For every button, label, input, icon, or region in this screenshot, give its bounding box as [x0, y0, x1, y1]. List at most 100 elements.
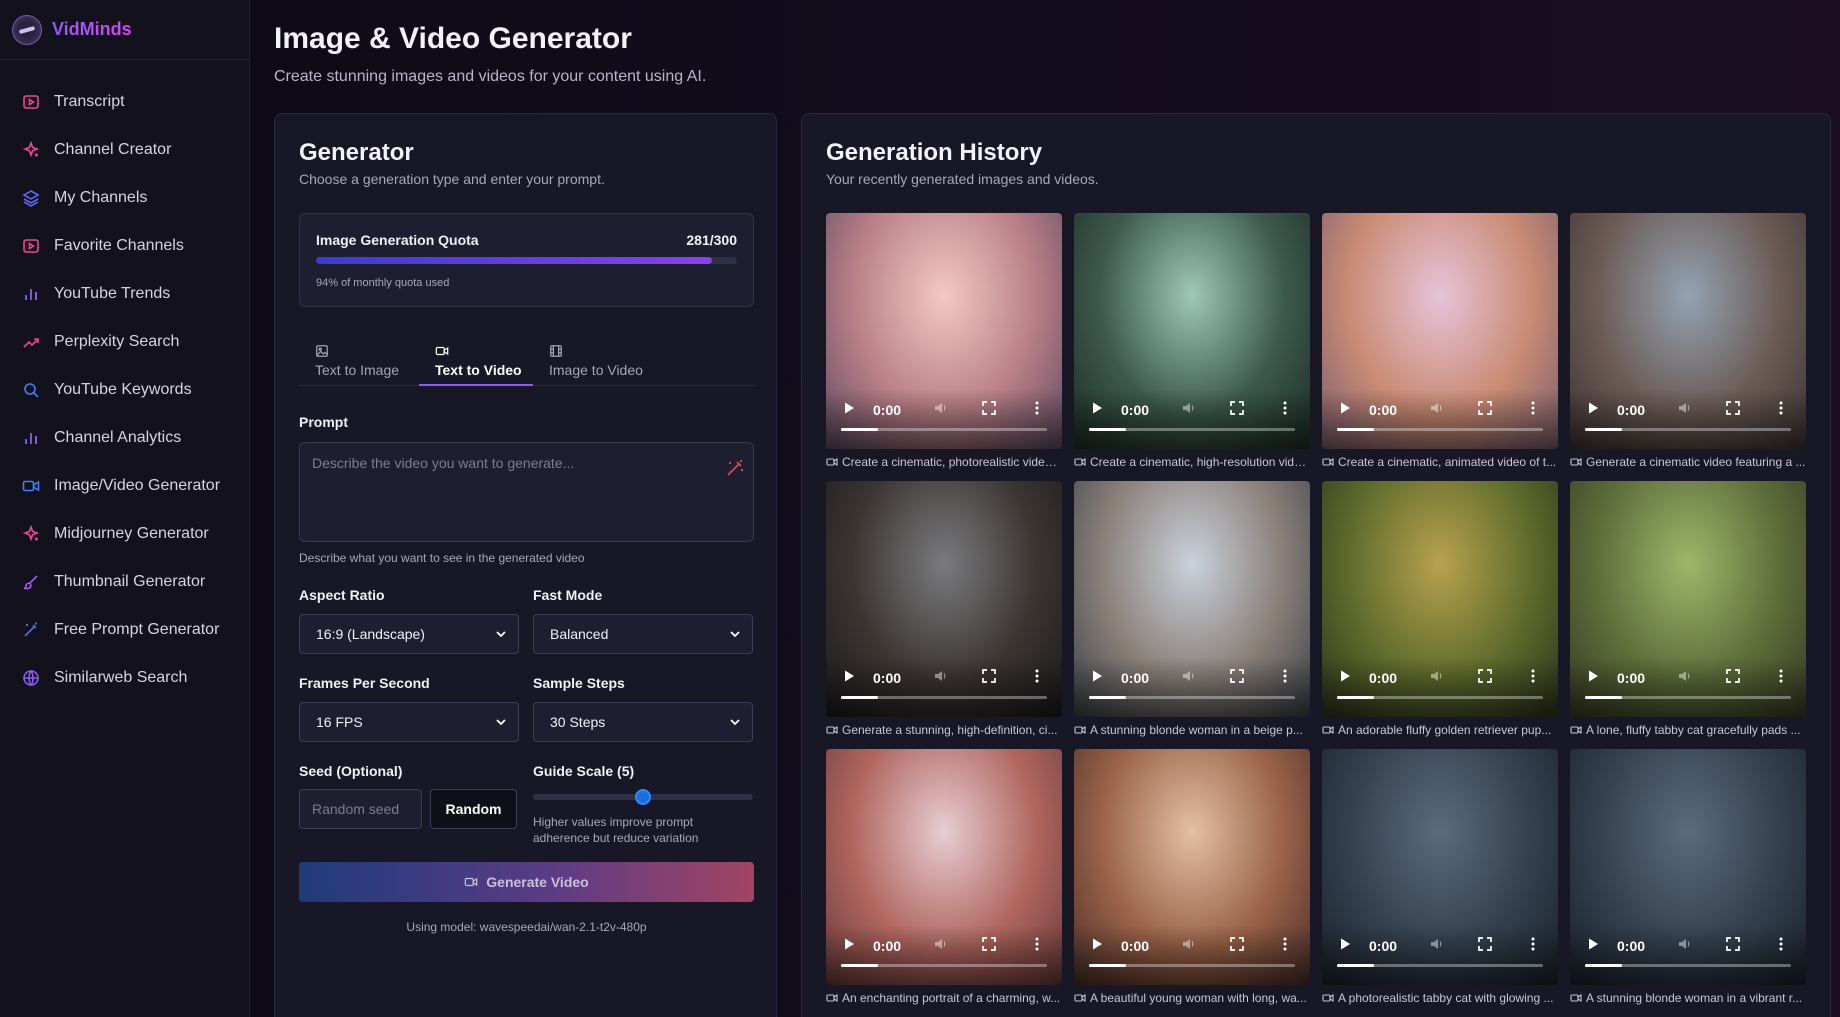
- video-progress-bar[interactable]: [841, 428, 1047, 431]
- volume-icon[interactable]: [1429, 668, 1445, 684]
- play-icon[interactable]: [1337, 936, 1353, 952]
- more-options-icon[interactable]: [1029, 936, 1045, 952]
- video-player[interactable]: 0:00: [1074, 749, 1310, 985]
- fullscreen-icon[interactable]: [1477, 668, 1493, 684]
- fullscreen-icon[interactable]: [1725, 936, 1741, 952]
- play-icon[interactable]: [1585, 400, 1601, 416]
- magic-wand-icon[interactable]: [725, 458, 745, 478]
- aspect-ratio-select[interactable]: 16:9 (Landscape): [299, 614, 519, 654]
- fullscreen-icon[interactable]: [1229, 400, 1245, 416]
- sidebar-item-my-channels[interactable]: My Channels: [0, 174, 249, 222]
- more-options-icon[interactable]: [1525, 400, 1541, 416]
- video-progress-bar[interactable]: [1089, 428, 1295, 431]
- fast-mode-select[interactable]: Balanced: [533, 614, 753, 654]
- video-player[interactable]: 0:00: [1322, 749, 1558, 985]
- play-icon[interactable]: [841, 668, 857, 684]
- volume-icon[interactable]: [1181, 668, 1197, 684]
- video-progress-bar[interactable]: [1337, 428, 1543, 431]
- more-options-icon[interactable]: [1277, 400, 1293, 416]
- play-icon[interactable]: [841, 400, 857, 416]
- random-seed-button[interactable]: Random: [430, 789, 517, 829]
- play-icon[interactable]: [1585, 936, 1601, 952]
- video-player[interactable]: 0:00: [1074, 213, 1310, 449]
- video-player[interactable]: 0:00: [826, 481, 1062, 717]
- brand[interactable]: VidMinds: [0, 0, 249, 60]
- generate-video-button[interactable]: Generate Video: [299, 862, 754, 902]
- more-options-icon[interactable]: [1525, 936, 1541, 952]
- tab-image-to-video[interactable]: Image to Video: [533, 336, 653, 386]
- sidebar-item-youtube-keywords[interactable]: YouTube Keywords: [0, 366, 249, 414]
- sample-steps-select[interactable]: 30 Steps: [533, 702, 753, 742]
- sidebar-item-channel-creator[interactable]: Channel Creator: [0, 126, 249, 174]
- fullscreen-icon[interactable]: [1229, 936, 1245, 952]
- volume-icon[interactable]: [1429, 936, 1445, 952]
- more-options-icon[interactable]: [1277, 668, 1293, 684]
- more-options-icon[interactable]: [1277, 936, 1293, 952]
- video-progress-bar[interactable]: [841, 696, 1047, 699]
- video-player[interactable]: 0:00: [1322, 481, 1558, 717]
- volume-icon[interactable]: [933, 936, 949, 952]
- fullscreen-icon[interactable]: [1229, 668, 1245, 684]
- video-player[interactable]: 0:00: [1570, 481, 1806, 717]
- video-player[interactable]: 0:00: [1570, 749, 1806, 985]
- more-options-icon[interactable]: [1773, 400, 1789, 416]
- more-options-icon[interactable]: [1773, 668, 1789, 684]
- seed-input[interactable]: [299, 789, 422, 829]
- fullscreen-icon[interactable]: [981, 668, 997, 684]
- volume-icon[interactable]: [1677, 936, 1693, 952]
- fullscreen-icon[interactable]: [1725, 400, 1741, 416]
- video-progress-bar[interactable]: [1585, 428, 1791, 431]
- video-progress-bar[interactable]: [1337, 696, 1543, 699]
- sidebar-item-midjourney-generator[interactable]: Midjourney Generator: [0, 510, 249, 558]
- guide-scale-slider-thumb[interactable]: [635, 789, 651, 805]
- video-player[interactable]: 0:00: [1074, 481, 1310, 717]
- sidebar-item-channel-analytics[interactable]: Channel Analytics: [0, 414, 249, 462]
- video-player[interactable]: 0:00: [1322, 213, 1558, 449]
- sidebar-item-youtube-trends[interactable]: YouTube Trends: [0, 270, 249, 318]
- fullscreen-icon[interactable]: [1725, 668, 1741, 684]
- video-progress-bar[interactable]: [1089, 964, 1295, 967]
- fullscreen-icon[interactable]: [1477, 936, 1493, 952]
- more-options-icon[interactable]: [1525, 668, 1541, 684]
- play-icon[interactable]: [1089, 400, 1105, 416]
- video-progress-bar[interactable]: [1585, 964, 1791, 967]
- volume-icon[interactable]: [1677, 668, 1693, 684]
- sidebar-item-transcript[interactable]: Transcript: [0, 78, 249, 126]
- sidebar-item-image-video-generator[interactable]: Image/Video Generator: [0, 462, 249, 510]
- fullscreen-icon[interactable]: [1477, 400, 1493, 416]
- sidebar-item-similarweb-search[interactable]: Similarweb Search: [0, 654, 249, 702]
- tab-text-to-video[interactable]: Text to Video: [419, 336, 533, 386]
- more-options-icon[interactable]: [1029, 400, 1045, 416]
- sidebar-item-thumbnail-generator[interactable]: Thumbnail Generator: [0, 558, 249, 606]
- play-icon[interactable]: [1089, 936, 1105, 952]
- fullscreen-icon[interactable]: [981, 936, 997, 952]
- play-icon[interactable]: [1337, 400, 1353, 416]
- play-icon[interactable]: [841, 936, 857, 952]
- sidebar-item-perplexity-search[interactable]: Perplexity Search: [0, 318, 249, 366]
- video-player[interactable]: 0:00: [826, 213, 1062, 449]
- fullscreen-icon[interactable]: [981, 400, 997, 416]
- video-progress-bar[interactable]: [1337, 964, 1543, 967]
- prompt-input[interactable]: [299, 442, 754, 542]
- volume-icon[interactable]: [933, 400, 949, 416]
- tab-text-to-image[interactable]: Text to Image: [299, 336, 403, 386]
- play-icon[interactable]: [1089, 668, 1105, 684]
- fps-select[interactable]: 16 FPS: [299, 702, 519, 742]
- play-icon[interactable]: [1585, 668, 1601, 684]
- video-progress-bar[interactable]: [841, 964, 1047, 967]
- video-player[interactable]: 0:00: [826, 749, 1062, 985]
- volume-icon[interactable]: [933, 668, 949, 684]
- volume-icon[interactable]: [1181, 400, 1197, 416]
- volume-icon[interactable]: [1677, 400, 1693, 416]
- more-options-icon[interactable]: [1773, 936, 1789, 952]
- sidebar-item-free-prompt-generator[interactable]: Free Prompt Generator: [0, 606, 249, 654]
- sidebar-item-favorite-channels[interactable]: Favorite Channels: [0, 222, 249, 270]
- guide-scale-slider[interactable]: [533, 789, 753, 805]
- video-progress-bar[interactable]: [1585, 696, 1791, 699]
- video-progress-bar[interactable]: [1089, 696, 1295, 699]
- volume-icon[interactable]: [1181, 936, 1197, 952]
- video-player[interactable]: 0:00: [1570, 213, 1806, 449]
- play-icon[interactable]: [1337, 668, 1353, 684]
- more-options-icon[interactable]: [1029, 668, 1045, 684]
- volume-icon[interactable]: [1429, 400, 1445, 416]
